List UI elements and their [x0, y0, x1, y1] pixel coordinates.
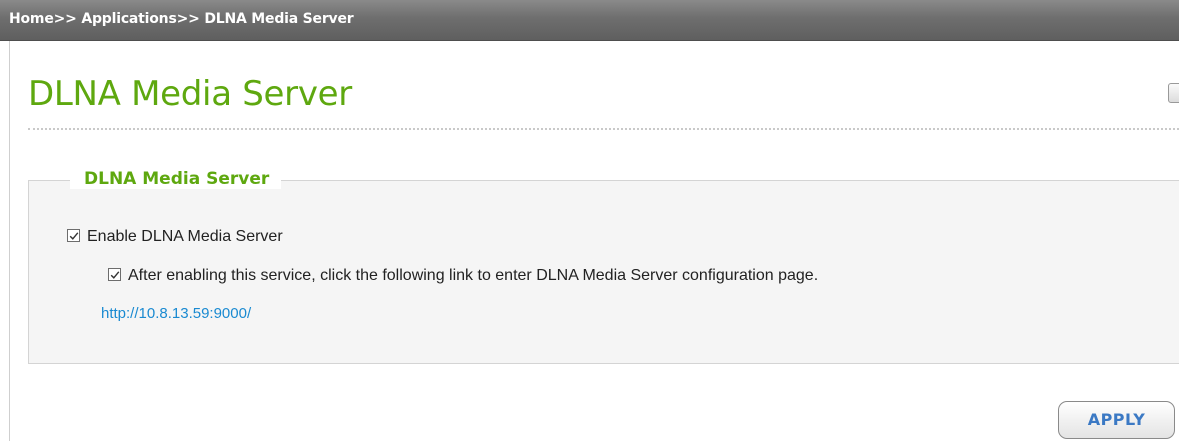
checkmark-icon: [69, 232, 79, 240]
enable-dlna-checkbox[interactable]: [67, 229, 80, 242]
title-divider: [28, 128, 1179, 130]
config-page-link[interactable]: http://10.8.13.59:9000/: [101, 305, 251, 322]
enable-dlna-label: Enable DLNA Media Server: [87, 228, 283, 245]
page-title: DLNA Media Server: [28, 74, 352, 114]
config-page-label: After enabling this service, click the f…: [128, 267, 819, 284]
config-page-checkbox[interactable]: [108, 268, 121, 281]
left-panel-edge: [0, 41, 10, 441]
breadcrumb[interactable]: Home>> Applications>> DLNA Media Server: [9, 11, 354, 27]
apply-button[interactable]: APPLY: [1058, 401, 1175, 439]
checkmark-icon: [110, 271, 120, 279]
breadcrumb-bar: Home>> Applications>> DLNA Media Server: [0, 0, 1179, 41]
fieldset-legend: DLNA Media Server: [70, 169, 282, 189]
help-icon[interactable]: [1168, 83, 1179, 103]
